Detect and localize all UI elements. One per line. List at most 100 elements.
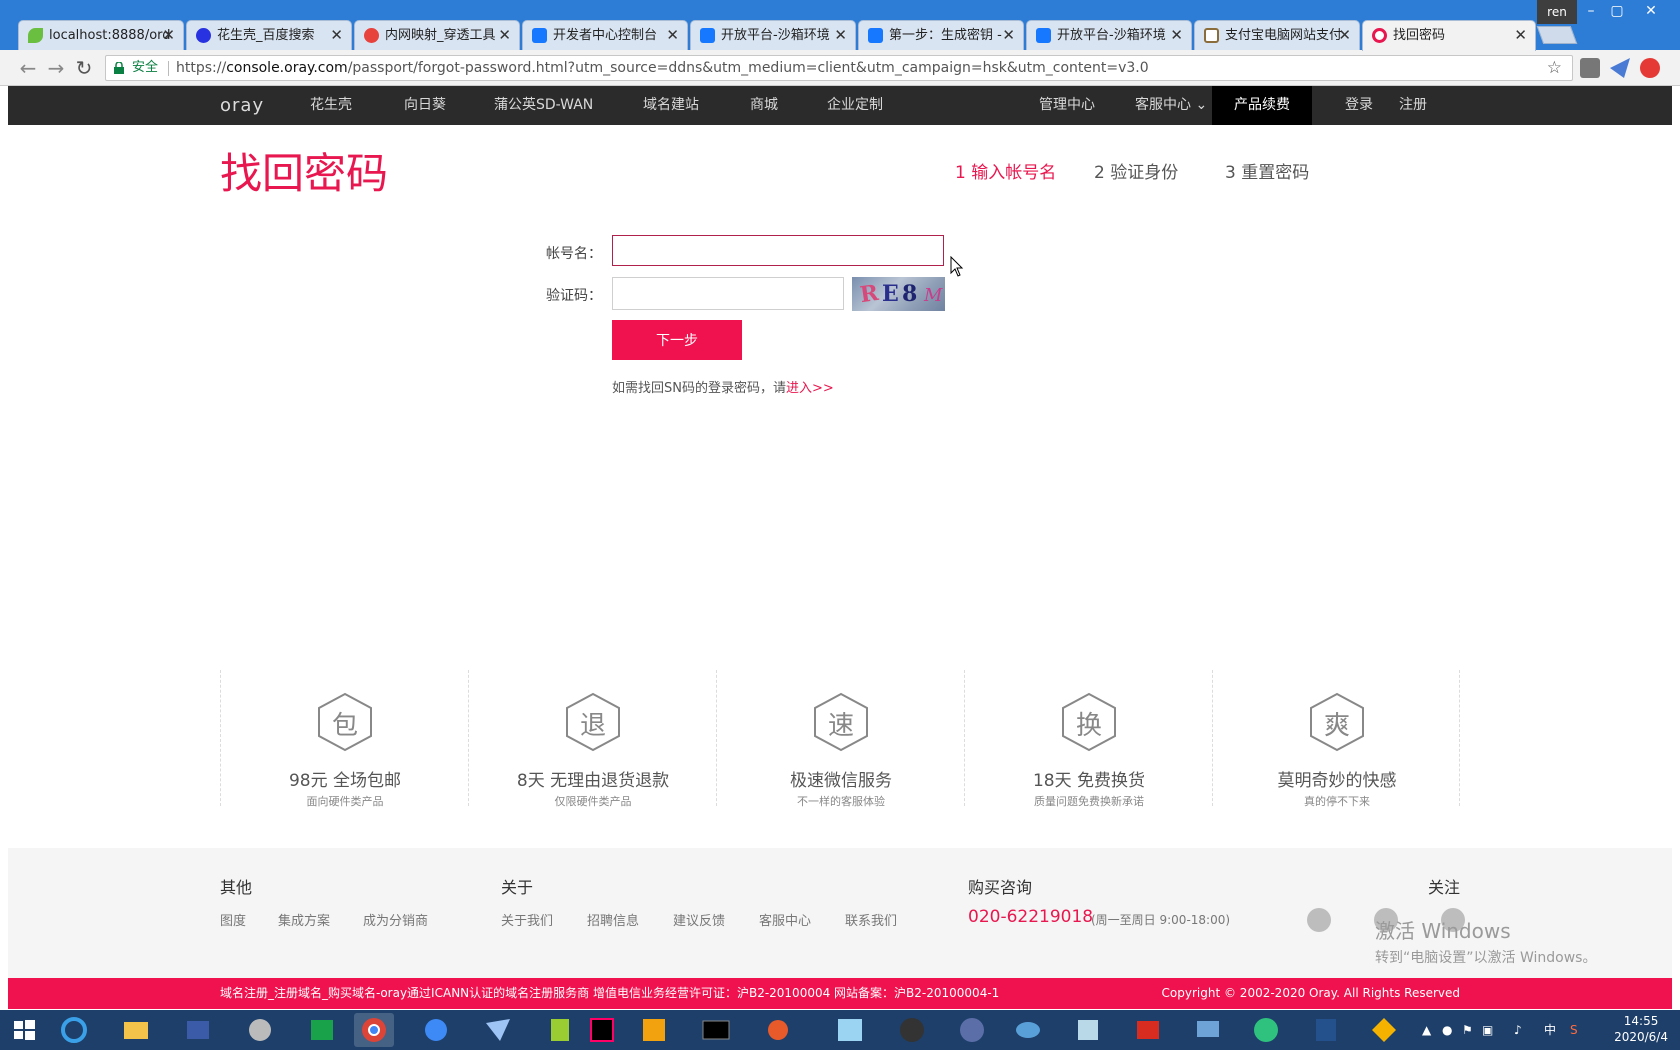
profile-button[interactable]: ren [1537, 0, 1577, 24]
nav-management[interactable]: 管理中心 [1039, 86, 1095, 125]
footer-link[interactable]: 集成方案 [278, 910, 330, 929]
shield-icon[interactable] [1306, 1013, 1346, 1047]
maximize-icon[interactable]: ▢ [1600, 0, 1634, 22]
forward-icon[interactable]: → [44, 56, 68, 80]
film-reel-icon[interactable] [240, 1013, 280, 1047]
close-window-icon[interactable]: ✕ [1634, 0, 1668, 22]
tray-expand-icon[interactable]: ▲ [1422, 1010, 1431, 1050]
url-text[interactable]: https://console.oray.com/passport/forgot… [176, 56, 1149, 80]
feishu-icon[interactable] [478, 1013, 518, 1047]
footer-link[interactable]: 关于我们 [501, 910, 553, 929]
new-tab-button[interactable] [1536, 26, 1578, 44]
store-icon[interactable] [302, 1013, 342, 1047]
redis-icon[interactable] [1128, 1013, 1168, 1047]
service-item: 爽 莫明奇妙的快感 真的停不下来 [1212, 670, 1460, 808]
mouse-cursor-icon [950, 256, 964, 277]
tray-flag-icon[interactable]: ⚑ [1462, 1010, 1473, 1050]
consult-hours: (周一至周日 9:00-18:00) [1091, 913, 1231, 927]
close-icon[interactable]: ✕ [1170, 21, 1183, 50]
baidu-netdisk-icon[interactable] [416, 1013, 456, 1047]
sogou-icon[interactable]: S [1570, 1010, 1578, 1050]
captcha-input[interactable] [612, 277, 844, 310]
browser-tab[interactable]: 开发者中心控制台 ✕ [522, 20, 688, 50]
extension-red-icon[interactable] [1640, 58, 1660, 78]
tray-qq-icon[interactable]: ● [1442, 1010, 1452, 1050]
nav-support[interactable]: 客服中心 ⌄ [1135, 86, 1207, 125]
browser-tab[interactable]: 内网映射_穿透工具 ✕ [354, 20, 520, 50]
footer-link[interactable]: 联系我们 [845, 910, 897, 929]
nav-item[interactable]: 企业定制 [827, 86, 883, 125]
notepad-icon[interactable] [540, 1013, 580, 1047]
back-icon[interactable]: ← [16, 56, 40, 80]
editor-icon[interactable] [634, 1013, 674, 1047]
nav-renew[interactable]: 产品续费 [1212, 86, 1312, 125]
nav-item[interactable]: 域名建站 [643, 86, 699, 125]
tool-icon[interactable] [1068, 1013, 1108, 1047]
browser-tab[interactable]: 支付宝电脑网站支付 ✕ [1194, 20, 1360, 50]
close-icon[interactable]: ✕ [1002, 21, 1015, 50]
footer-link[interactable]: 建议反馈 [673, 910, 725, 929]
nav-register[interactable]: 注册 [1399, 86, 1427, 125]
browser-tab[interactable]: localhost:8888/ord ✕ [18, 20, 184, 50]
live-icon[interactable] [830, 1013, 870, 1047]
remote-desktop-icon[interactable] [1188, 1013, 1228, 1047]
secure-label: 安全 [132, 60, 159, 75]
nav-login[interactable]: 登录 [1345, 86, 1373, 125]
close-icon[interactable]: ✕ [834, 21, 847, 50]
terminal-icon[interactable] [696, 1013, 736, 1047]
close-icon[interactable]: ✕ [162, 21, 175, 50]
oray-logo[interactable]: oray [220, 86, 264, 125]
ime-indicator[interactable]: 中 [1544, 1010, 1556, 1050]
close-icon[interactable]: ✕ [498, 21, 511, 50]
browser-tab[interactable]: 第一步：生成密钥 - ✕ [858, 20, 1024, 50]
tab-title: 支付宝电脑网站支付 [1225, 28, 1343, 43]
next-step-button[interactable]: 下一步 [612, 320, 742, 360]
dolphin-icon[interactable] [1008, 1013, 1048, 1047]
taskbar-clock[interactable]: 14:55 2020/6/4 [1614, 1013, 1668, 1045]
nav-item[interactable]: 蒲公英SD-WAN [494, 86, 593, 125]
extension-arrow-icon[interactable] [1610, 58, 1630, 78]
bookmark-star-icon[interactable]: ☆ [1547, 56, 1562, 80]
sn-enter-link[interactable]: 进入>> [786, 381, 834, 396]
snail-icon[interactable] [758, 1013, 798, 1047]
kite-icon[interactable] [1364, 1013, 1404, 1047]
tab-title: 第一步：生成密钥 - [889, 28, 1002, 43]
chrome-icon[interactable] [354, 1013, 394, 1047]
browser-tab[interactable]: 开放平台-沙箱环境 ✕ [690, 20, 856, 50]
close-icon[interactable]: ✕ [1338, 21, 1351, 50]
browser-tab[interactable]: 开放平台-沙箱环境 ✕ [1026, 20, 1192, 50]
reload-icon[interactable]: ↻ [72, 56, 96, 80]
lock-icon [114, 62, 124, 74]
tab-title: 开发者中心控制台 [553, 28, 658, 43]
tab-title: 花生壳_百度搜索 [217, 28, 315, 43]
extension-icon[interactable] [1580, 58, 1600, 78]
account-input[interactable] [612, 235, 944, 266]
service-title: 98元 全场包邮 [288, 771, 402, 791]
tray-volume-icon[interactable]: ♪ [1514, 1010, 1522, 1050]
ie-icon[interactable] [54, 1013, 94, 1047]
footer-link[interactable]: 客服中心 [759, 910, 811, 929]
media-icon[interactable] [178, 1013, 218, 1047]
tray-network-icon[interactable]: ▣ [1482, 1010, 1493, 1050]
close-icon[interactable]: ✕ [330, 21, 343, 50]
captcha-image[interactable]: R E 8 M [852, 277, 945, 311]
intellij-icon[interactable] [582, 1013, 622, 1047]
weibo-icon[interactable] [1307, 908, 1331, 932]
service-subtitle: 仅限硬件类产品 [554, 795, 632, 808]
footer-link[interactable]: 图度 [220, 910, 246, 929]
close-icon[interactable]: ✕ [1514, 21, 1527, 50]
sublime-s-icon[interactable] [952, 1013, 992, 1047]
windows-start-icon[interactable] [4, 1013, 44, 1047]
obs-icon[interactable] [892, 1013, 932, 1047]
reader-icon[interactable] [1246, 1013, 1286, 1047]
explorer-icon[interactable] [116, 1013, 156, 1047]
address-bar[interactable]: 安全 https://console.oray.com/passport/for… [105, 55, 1573, 81]
footer-link[interactable]: 成为分销商 [363, 910, 428, 929]
browser-tab-active[interactable]: 找回密码 ✕ [1362, 20, 1536, 51]
browser-tab[interactable]: 花生壳_百度搜索 ✕ [186, 20, 352, 50]
close-icon[interactable]: ✕ [666, 21, 679, 50]
footer-link[interactable]: 招聘信息 [587, 910, 639, 929]
nav-item[interactable]: 商城 [750, 86, 778, 125]
nav-item[interactable]: 向日葵 [404, 86, 446, 125]
nav-item[interactable]: 花生壳 [310, 86, 352, 125]
